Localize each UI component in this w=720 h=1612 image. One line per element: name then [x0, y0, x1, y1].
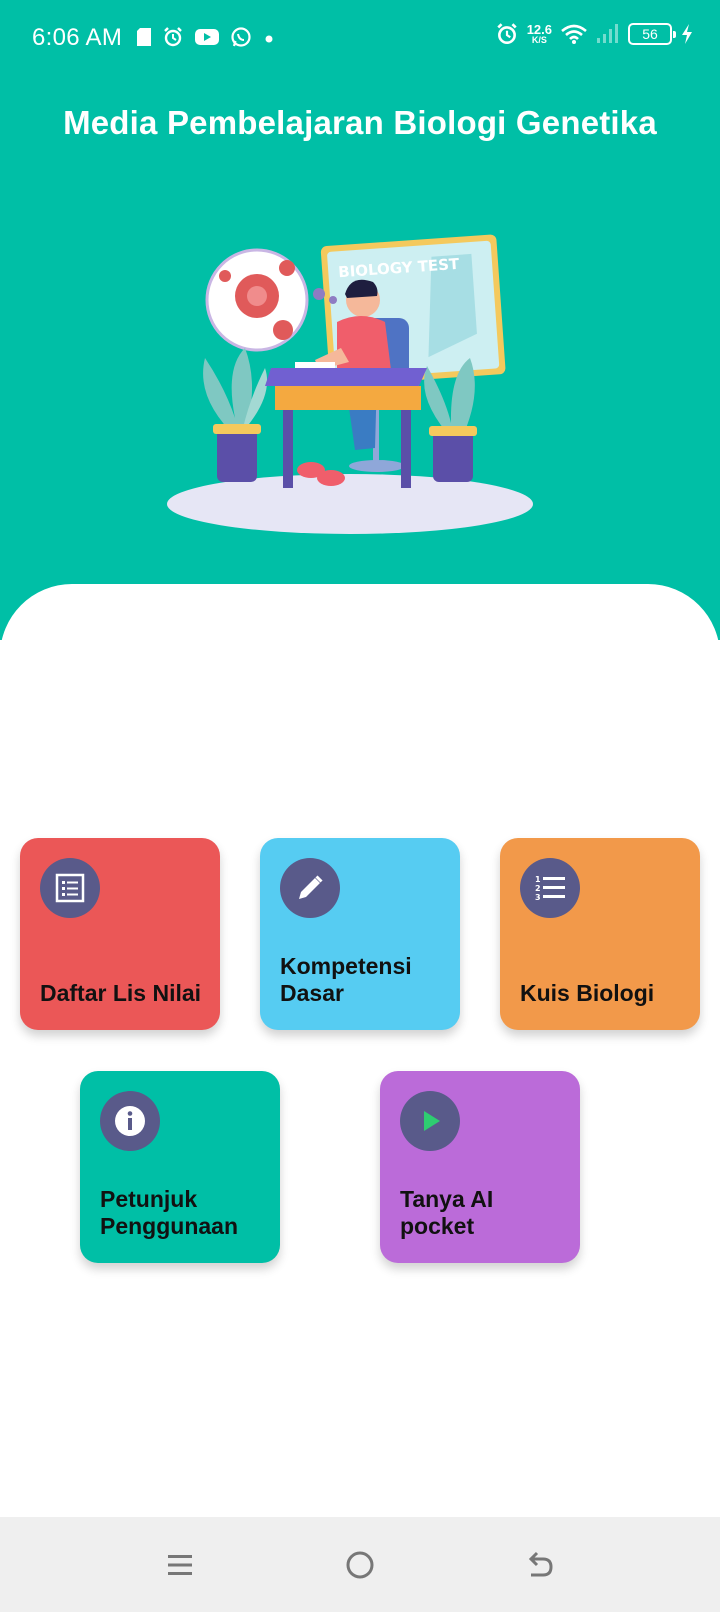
pencil-icon — [280, 858, 340, 918]
numbered-list-icon: 123 — [520, 858, 580, 918]
menu-tile-label: Petunjuk Penggunaan — [100, 1185, 239, 1240]
status-time: 6:06 AM — [32, 24, 123, 51]
menu-tile-tanya-ai-pocket[interactable]: Tanya AI pocket — [380, 1071, 580, 1263]
dot-icon — [265, 35, 273, 43]
menu-tile-label: Kompetensi Dasar — [280, 952, 412, 1007]
menu-tile-label: Tanya AI pocket — [400, 1185, 494, 1240]
alarm-icon — [164, 27, 182, 47]
network-speed-unit: K/S — [531, 35, 547, 45]
alarm-icon — [497, 23, 517, 45]
svg-text:3: 3 — [535, 893, 541, 902]
battery-level: 56 — [642, 26, 658, 42]
menu-tile-label: Daftar Lis Nilai — [40, 980, 202, 1007]
home-icon[interactable] — [338, 1543, 382, 1587]
biology-test-illustration: BIOLOGY TEST — [167, 234, 533, 534]
menu-icon[interactable] — [158, 1543, 202, 1587]
menu-tile-kuis-biologi[interactable]: 123 Kuis Biologi — [500, 838, 700, 1030]
svg-text:1: 1 — [535, 875, 541, 884]
content-panel — [0, 584, 720, 1519]
charging-icon — [682, 24, 692, 44]
battery-icon: 56 — [628, 23, 676, 45]
menu-tile-label: Kuis Biologi — [520, 980, 655, 1007]
play-icon — [400, 1091, 460, 1151]
svg-text:2: 2 — [535, 884, 541, 893]
sd-card-icon — [137, 28, 151, 46]
status-bar: 6:06 AM 12.6 K/S 56 — [0, 0, 720, 80]
wifi-icon — [561, 24, 587, 44]
network-speed: 12.6 K/S — [527, 23, 552, 45]
info-icon — [100, 1091, 160, 1151]
system-icons: 12.6 K/S 56 — [495, 22, 694, 46]
menu-tile-daftar-lis-nilai[interactable]: Daftar Lis Nilai — [20, 838, 220, 1030]
menu-tile-kompetensi-dasar[interactable]: Kompetensi Dasar — [260, 838, 460, 1030]
list-icon — [40, 858, 100, 918]
whatsapp-icon — [231, 27, 251, 47]
signal-icon — [597, 24, 618, 43]
youtube-icon — [195, 29, 219, 45]
menu-tile-petunjuk-penggunaan[interactable]: Petunjuk Penggunaan — [80, 1071, 280, 1263]
page-title: Media Pembelajaran Biologi Genetika — [63, 104, 657, 141]
navigation-bar — [0, 1517, 720, 1612]
back-icon[interactable] — [518, 1543, 562, 1587]
notification-icons — [136, 26, 276, 48]
